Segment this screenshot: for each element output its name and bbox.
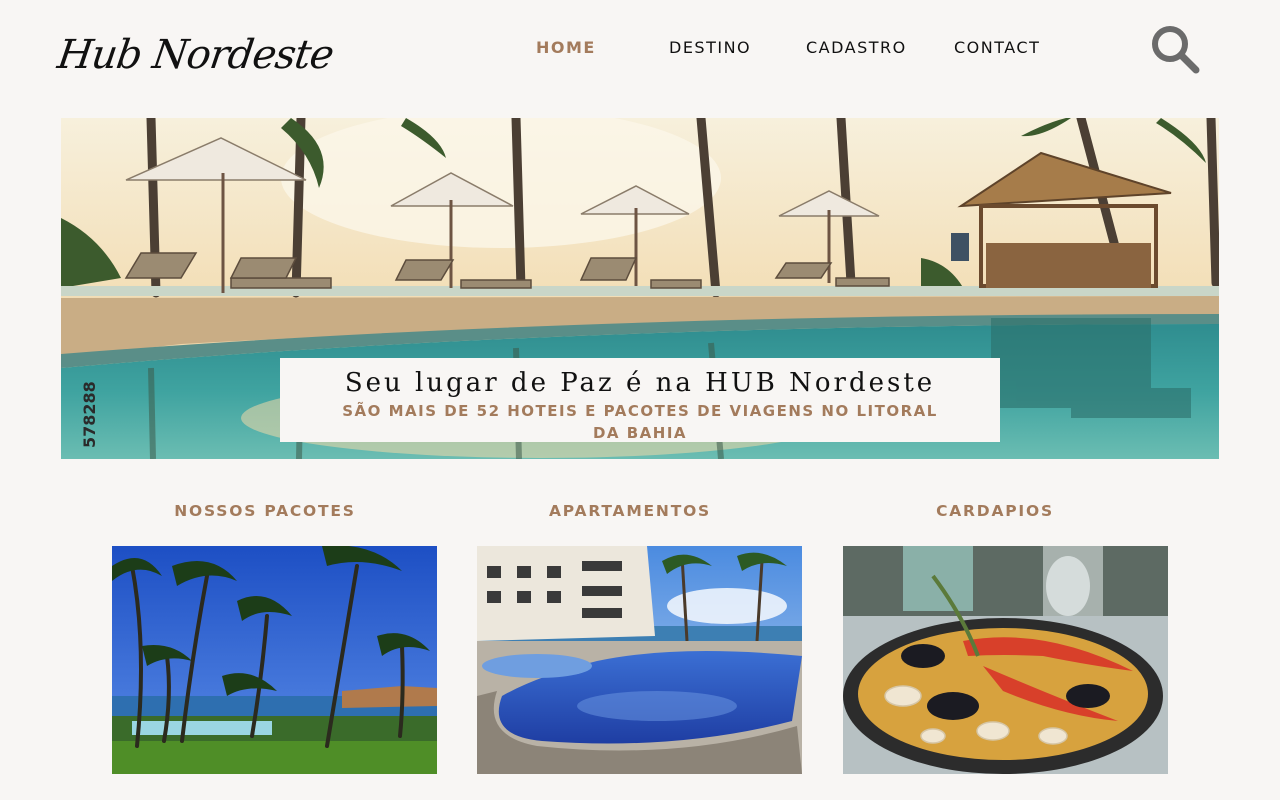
search-button[interactable] xyxy=(1148,22,1202,76)
brand-logo[interactable]: Hub Nordeste xyxy=(53,22,336,88)
hero-title: Seu lugar de Paz é na HUB Nordeste xyxy=(344,368,936,398)
card-cardapios-image[interactable] xyxy=(843,546,1168,774)
search-icon xyxy=(1152,26,1200,74)
card-apartamentos-image[interactable] xyxy=(477,546,802,774)
section-heading-apartamentos[interactable]: APARTAMENTOS xyxy=(549,502,711,520)
svg-text:578288: 578288 xyxy=(80,381,99,448)
nav-destino-link[interactable]: DESTINO xyxy=(669,38,751,57)
nav-contact-link[interactable]: CONTACT xyxy=(954,38,1040,57)
nav-cadastro-link[interactable]: CADASTRO xyxy=(806,38,907,57)
card-pacotes-image[interactable] xyxy=(112,546,437,774)
hero-subtitle: SÃO MAIS DE 52 HOTEIS E PACOTES DE VIAGE… xyxy=(342,402,938,442)
nav-home-link[interactable]: HOME xyxy=(536,38,596,57)
hero-caption: Seu lugar de Paz é na HUB Nordeste SÃO M… xyxy=(280,358,1000,442)
section-heading-pacotes[interactable]: NOSSOS PACOTES xyxy=(174,502,356,520)
section-heading-cardapios[interactable]: CARDAPIOS xyxy=(936,502,1054,520)
